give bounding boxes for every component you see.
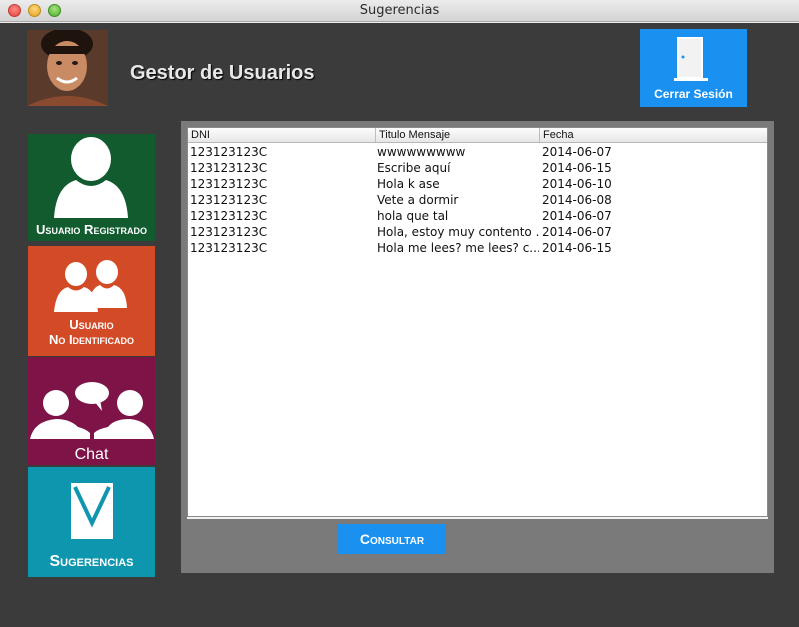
cell-titulo: Hola me lees? me lees? c... (377, 241, 539, 255)
table-row[interactable]: 123123123C Escribe aquí 2014-06-15 (188, 160, 767, 176)
cell-titulo: Hola, estoy muy contento ... (377, 225, 539, 239)
cell-dni: 123123123C (190, 241, 268, 255)
app-title: Gestor de Usuarios (130, 62, 315, 84)
cell-dni: 123123123C (190, 177, 268, 191)
cell-dni: 123123123C (190, 193, 268, 207)
column-header-fecha[interactable]: Fecha (540, 128, 767, 142)
user-icon (54, 137, 128, 218)
main-panel: DNI Titulo Mensaje Fecha 123123123C wwwww… (181, 121, 774, 573)
sidebar-item-label-line1: Usuario (69, 317, 114, 332)
sidebar-item-label: Chat (74, 446, 109, 463)
suggestions-table[interactable]: DNI Titulo Mensaje Fecha 123123123C wwwww… (187, 127, 768, 517)
cell-titulo: hola que tal (377, 209, 449, 223)
window-titlebar: Sugerencias (0, 0, 799, 22)
cell-fecha: 2014-06-08 (542, 193, 612, 207)
cell-titulo: Vete a dormir (377, 193, 459, 207)
cell-fecha: 2014-06-07 (542, 145, 612, 159)
cell-dni: 123123123C (190, 161, 268, 175)
table-row[interactable]: 123123123C Vete a dormir 2014-06-08 (188, 192, 767, 208)
app-content: Gestor de Usuarios Cerrar Sesión Usuario… (0, 23, 799, 627)
sidebar-item-label: Sugerencias (49, 553, 134, 570)
logout-button[interactable]: Cerrar Sesión (640, 29, 747, 107)
sidebar-item-label: Usuario Registrado (36, 222, 147, 237)
cell-fecha: 2014-06-15 (542, 161, 612, 175)
cell-fecha: 2014-06-07 (542, 209, 612, 223)
envelope-icon (71, 483, 113, 539)
window-title: Sugerencias (359, 3, 440, 18)
cell-titulo: Hola k ase (377, 177, 440, 191)
cell-dni: 123123123C (190, 209, 268, 223)
cell-titulo: wwwwwwwww (377, 145, 466, 159)
cell-dni: 123123123C (190, 145, 268, 159)
sidebar-item-label-line2: No Identificado (48, 332, 135, 347)
cell-fecha: 2014-06-10 (542, 177, 612, 191)
user-avatar (27, 30, 108, 106)
divider (187, 517, 768, 519)
sidebar-item-usuario-no-identificado[interactable]: Usuario No Identificado (28, 246, 155, 356)
table-header: DNI Titulo Mensaje Fecha (188, 128, 767, 143)
cell-fecha: 2014-06-15 (542, 241, 612, 255)
table-row[interactable]: 123123123C wwwwwwwww 2014-06-07 (188, 144, 767, 160)
cell-fecha: 2014-06-07 (542, 225, 612, 239)
table-row[interactable]: 123123123C Hola k ase 2014-06-10 (188, 176, 767, 192)
door-icon (674, 37, 708, 81)
sidebar-item-chat[interactable]: Chat (28, 357, 155, 465)
table-body: 123123123C wwwwwwwww 2014-06-07 123123123C E… (188, 144, 767, 256)
logout-label: Cerrar Sesión (654, 87, 733, 101)
chat-icon (30, 382, 154, 439)
consultar-button[interactable]: Consultar (338, 524, 446, 554)
table-row[interactable]: 123123123C Hola, estoy muy contento ... 20… (188, 224, 767, 240)
cell-titulo: Escribe aquí (377, 161, 451, 175)
table-row[interactable]: 123123123C hola que tal 2014-06-07 (188, 208, 767, 224)
users-icon (54, 260, 127, 312)
sidebar-item-sugerencias[interactable]: Sugerencias (28, 467, 155, 577)
table-row[interactable]: 123123123C Hola me lees? me lees? c... 201… (188, 240, 767, 256)
sidebar-item-usuario-registrado[interactable]: Usuario Registrado (28, 134, 155, 241)
cell-dni: 123123123C (190, 225, 268, 239)
column-header-titulo[interactable]: Titulo Mensaje (376, 128, 540, 142)
column-header-dni[interactable]: DNI (188, 128, 376, 142)
